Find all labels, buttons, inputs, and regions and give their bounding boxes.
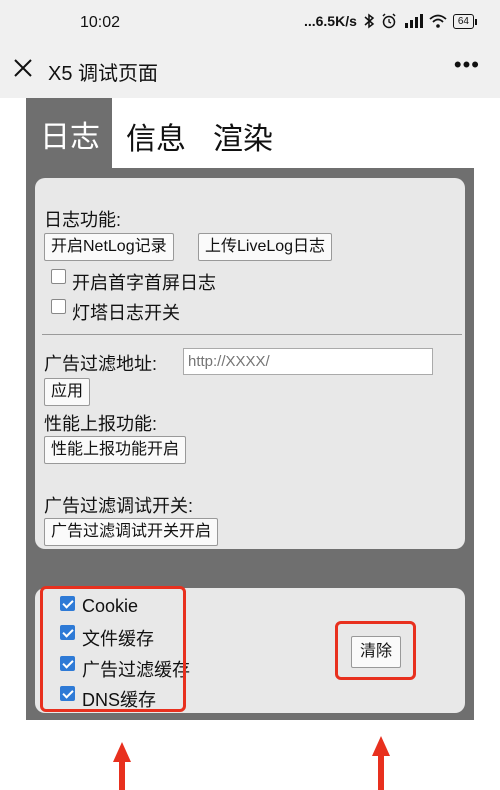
perf-label: 性能上报功能: [44, 414, 158, 434]
lighthouse-log-label: 灯塔日志开关 [72, 303, 180, 323]
cache-options-highlight [40, 586, 186, 712]
ad-filter-label: 广告过滤地址: [44, 354, 158, 374]
ad-debug-label: 广告过滤调试开关: [44, 496, 194, 516]
clear-button-highlight [335, 621, 416, 680]
more-menu-icon[interactable]: ••• [454, 52, 480, 78]
tab-log[interactable]: 日志 [26, 98, 112, 168]
tab-info[interactable]: 信息 [126, 114, 186, 158]
enable-netlog-button[interactable]: 开启NetLog记录 [44, 233, 174, 261]
alarm-icon [382, 13, 396, 29]
apply-button[interactable]: 应用 [44, 378, 91, 406]
log-section-label: 日志功能: [44, 210, 122, 230]
wifi-icon [429, 14, 447, 28]
net-speed: ...6.5K/s [303, 13, 357, 29]
close-icon[interactable] [12, 57, 34, 79]
status-bar: 10:02 ...6.5K/s 64 [0, 0, 500, 46]
status-icons: ...6.5K/s 64 [303, 13, 478, 29]
ad-filter-input[interactable] [183, 348, 433, 375]
first-screen-log-label: 开启首字首屏日志 [72, 273, 216, 293]
first-screen-log-checkbox[interactable] [51, 269, 66, 284]
page-title: X5 调试页面 [48, 63, 159, 85]
signal-icon [404, 14, 423, 28]
perf-report-button[interactable]: 性能上报功能开启 [44, 436, 187, 464]
bluetooth-icon [364, 13, 375, 29]
upload-livelog-button[interactable]: 上传LiveLog日志 [198, 233, 333, 261]
tab-render[interactable]: 渲染 [213, 114, 273, 158]
status-time: 10:02 [80, 14, 121, 31]
lighthouse-log-checkbox[interactable] [51, 299, 66, 314]
battery-icon: 64 [452, 13, 478, 29]
arrow-shaft [378, 754, 384, 790]
ad-debug-button[interactable]: 广告过滤调试开关开启 [44, 518, 219, 546]
arrow-up-icon [113, 742, 131, 762]
arrow-up-icon [372, 736, 390, 756]
arrow-shaft [119, 760, 125, 790]
section-divider [42, 334, 462, 335]
tab-bar: 日志 信息 渲染 [26, 98, 474, 168]
